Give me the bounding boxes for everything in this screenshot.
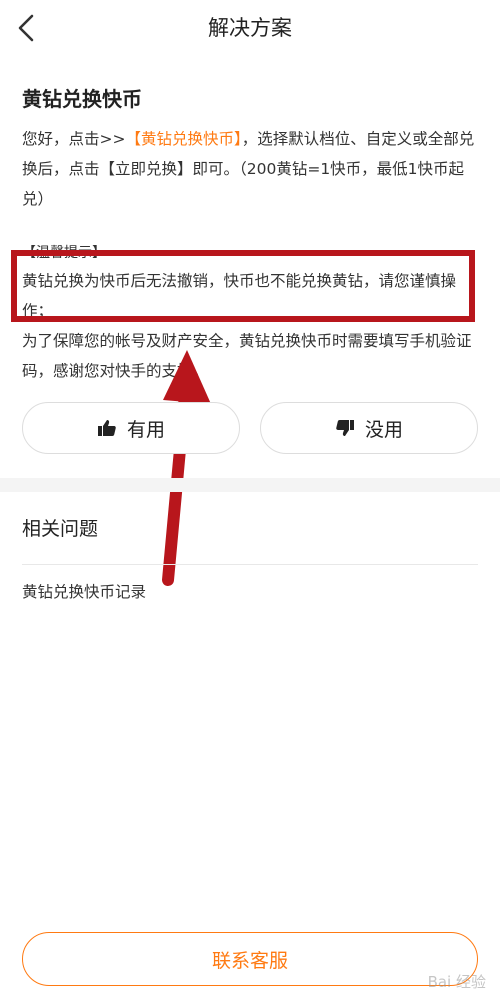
related-question-item[interactable]: 黄钻兑换快币记录 <box>22 580 146 602</box>
article-title: 黄钻兑换快币 <box>22 87 142 111</box>
page-title: 解决方案 <box>208 16 292 40</box>
watermark-logo: Bai 经验 <box>427 973 486 991</box>
warning-heading: 【温馨提示】 <box>22 245 106 261</box>
related-divider <box>22 564 478 565</box>
warning-text: 黄钻兑换为快币后无法撤销，快币也不能兑换黄钻，请您谨慎操作； <box>22 272 457 320</box>
useful-label: 有用 <box>126 418 165 441</box>
article-header: 黄钻兑换快币 <box>22 84 482 114</box>
contact-support-label: 联系客服 <box>211 949 288 972</box>
contact-support-button[interactable]: 联系客服 <box>22 932 478 986</box>
useful-button[interactable]: 有用 <box>22 402 240 454</box>
thumbs-up-icon <box>97 420 116 436</box>
top-bar: 解决方案 <box>0 0 500 56</box>
useless-label: 没用 <box>364 418 403 441</box>
thumbs-down-icon <box>336 420 354 436</box>
intro-text-before: 您好，点击>> <box>22 130 126 148</box>
exchange-link[interactable]: 【黄钻兑换快币】 <box>125 130 241 148</box>
related-questions-title: 相关问题 <box>22 518 99 540</box>
intro-paragraph: 您好，点击>>【黄钻兑换快币】，选择默认档位、自定义或全部兑换后，点击【立即兑换… <box>22 124 480 214</box>
section-divider <box>0 478 500 492</box>
security-notice: 为了保障您的帐号及财产安全，黄钻兑换快币时需要填写手机验证码，感谢您对快手的支持… <box>22 332 472 380</box>
useless-button[interactable]: 没用 <box>260 402 478 454</box>
